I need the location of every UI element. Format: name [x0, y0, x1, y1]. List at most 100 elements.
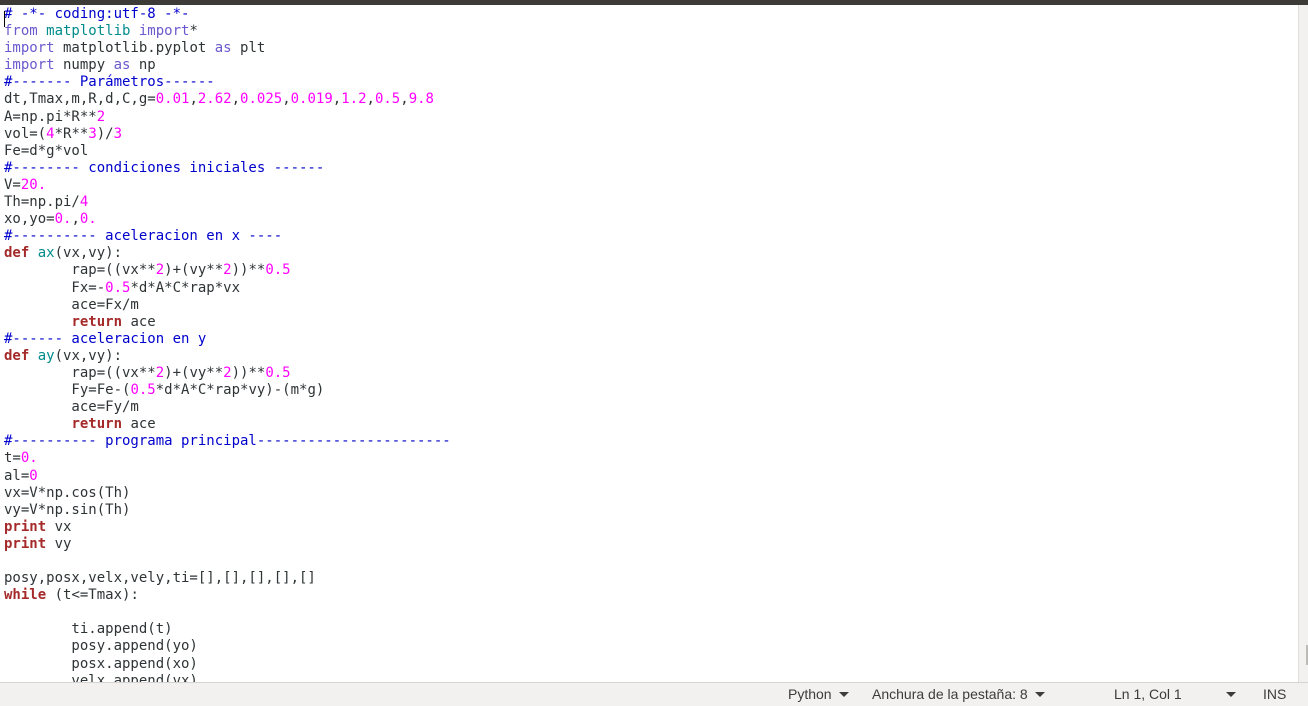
code-line[interactable]: posy.append(yo) — [4, 638, 451, 655]
code-token: Fx=- — [4, 279, 106, 296]
code-line[interactable]: vy=V*np.sin(Th) — [4, 502, 451, 519]
code-token: matplotlib — [37, 23, 139, 40]
code-token: vy=V*np.sin(Th) — [4, 501, 131, 518]
code-token: #------- Parámetros------ — [4, 74, 215, 91]
code-line[interactable]: posy,posx,velx,vely,ti=[],[],[],[],[] — [4, 570, 451, 587]
code-line[interactable]: while (t<=Tmax): — [4, 587, 451, 604]
insert-mode-indicator[interactable]: INS — [1263, 686, 1286, 702]
chevron-down-icon — [838, 691, 849, 697]
code-line[interactable]: vol=(4*R**3)/3 — [4, 126, 451, 143]
code-token: (t<=Tmax): — [46, 587, 139, 604]
code-line[interactable]: def ax(vx,vy): — [4, 245, 451, 262]
insert-mode-label: INS — [1263, 686, 1287, 702]
code-line[interactable]: return ace — [4, 314, 451, 331]
code-token: , — [400, 91, 409, 108]
code-token: print — [4, 535, 47, 552]
text-cursor — [4, 11, 5, 27]
code-line[interactable] — [4, 553, 451, 570]
code-token: #---------- programa principal----------… — [4, 433, 451, 450]
cursor-position-label: Ln 1, Col 1 — [1114, 686, 1182, 702]
code-token: np — [130, 57, 156, 74]
code-token: from — [4, 23, 38, 40]
code-token: def — [4, 347, 30, 364]
code-line[interactable]: #------ aceleracion en y — [4, 331, 451, 348]
code-token: *R** — [54, 125, 89, 142]
code-line[interactable]: vx=V*np.cos(Th) — [4, 485, 451, 502]
code-token: ace — [122, 416, 156, 433]
tab-width-selector[interactable]: Anchura de la pestaña: 8 — [872, 686, 1045, 702]
code-line[interactable]: dt,Tmax,m,R,d,C,g=0.01,2.62,0.025,0.019,… — [4, 91, 451, 108]
code-line[interactable]: import matplotlib.pyplot as plt — [4, 40, 451, 57]
code-line[interactable]: posx.append(xo) — [4, 656, 451, 673]
code-token: A=np.pi*R** — [4, 108, 97, 125]
code-line[interactable]: ace=Fx/m — [4, 297, 451, 314]
code-token: )+(vy** — [164, 364, 224, 381]
code-line[interactable]: import numpy as np — [4, 57, 451, 74]
code-token: 4 — [46, 125, 55, 142]
code-token: ))** — [231, 262, 266, 279]
code-line[interactable]: from matplotlib import* — [4, 23, 451, 40]
code-token: 0.019 — [290, 91, 333, 108]
code-token: ace — [122, 313, 156, 330]
code-token: 2 — [155, 364, 165, 381]
code-editor[interactable]: # -*- coding:utf-8 -*- from matplotlib im… — [0, 5, 1298, 682]
code-token: as — [113, 57, 131, 74]
code-token: )/ — [96, 125, 114, 142]
code-token: Fy=Fe-( — [4, 382, 131, 399]
code-line[interactable]: ti.append(t) — [4, 621, 451, 638]
code-line[interactable]: #---------- aceleracion en x ---- — [4, 228, 451, 245]
language-selector[interactable]: Python — [788, 686, 849, 702]
code-line[interactable]: #------- Parámetros------ — [4, 74, 451, 91]
code-line[interactable]: # -*- coding:utf-8 -*- — [4, 6, 451, 23]
code-line[interactable]: Fx=-0.5*d*A*C*rap*vx — [4, 280, 451, 297]
code-line[interactable]: #---------- programa principal----------… — [4, 433, 451, 450]
code-line[interactable] — [4, 604, 451, 621]
code-line[interactable]: velx.append(vx) — [4, 673, 451, 682]
code-token: numpy — [54, 57, 114, 74]
code-line[interactable]: al=0 — [4, 468, 451, 485]
code-line[interactable]: rap=((vx**2)+(vy**2))**0.5 — [4, 262, 451, 279]
code-line[interactable]: print vy — [4, 536, 451, 553]
code-token: while — [4, 587, 47, 604]
code-line[interactable]: Th=np.pi/4 — [4, 194, 451, 211]
cursor-position-selector[interactable]: Ln 1, Col 1 — [1114, 686, 1236, 702]
code-token: velx.append(vx) — [4, 672, 198, 682]
code-token: # -*- coding:utf-8 -*- — [4, 6, 190, 22]
code-token: plt — [231, 40, 266, 57]
code-text[interactable]: # -*- coding:utf-8 -*- from matplotlib im… — [4, 6, 451, 682]
code-line[interactable]: rap=((vx**2)+(vy**2))**0.5 — [4, 365, 451, 382]
vertical-scrollbar[interactable] — [1298, 5, 1308, 682]
code-token: #-------- condiciones iniciales ------ — [4, 159, 325, 176]
code-line[interactable]: ace=Fy/m — [4, 399, 451, 416]
code-line[interactable]: return ace — [4, 416, 451, 433]
code-token: posx.append(xo) — [4, 655, 198, 672]
code-token: vx — [46, 518, 72, 535]
chevron-down-icon — [1225, 691, 1236, 697]
code-token: print — [4, 518, 47, 535]
code-token: def — [4, 245, 30, 262]
code-token: ay — [37, 347, 55, 364]
code-token: import — [4, 57, 55, 74]
code-token: #------ aceleracion en y — [4, 330, 207, 347]
code-line[interactable]: A=np.pi*R**2 — [4, 109, 451, 126]
tab-width-label: Anchura de la pestaña: 8 — [872, 686, 1028, 702]
code-line[interactable]: print vx — [4, 519, 451, 536]
code-line[interactable]: def ay(vx,vy): — [4, 348, 451, 365]
code-token: (vx,vy): — [54, 245, 123, 262]
code-line[interactable]: xo,yo=0.,0. — [4, 211, 451, 228]
code-token: import — [4, 40, 55, 57]
code-line[interactable]: #-------- condiciones iniciales ------ — [4, 160, 451, 177]
code-token: vx=V*np.cos(Th) — [4, 484, 131, 501]
code-token: return — [71, 416, 123, 433]
code-token: )+(vy** — [164, 262, 224, 279]
code-line[interactable]: Fe=d*g*vol — [4, 143, 451, 160]
code-token: rap=((vx** — [4, 364, 156, 381]
code-line[interactable]: V=20. — [4, 177, 451, 194]
code-line[interactable]: Fy=Fe-(0.5*d*A*C*rap*vy)-(m*g) — [4, 382, 451, 399]
code-token: return — [71, 313, 123, 330]
code-line[interactable]: t=0. — [4, 450, 451, 467]
code-token: 0. — [79, 211, 97, 228]
code-token: import — [138, 23, 190, 40]
code-token: xo,yo= — [4, 211, 55, 228]
